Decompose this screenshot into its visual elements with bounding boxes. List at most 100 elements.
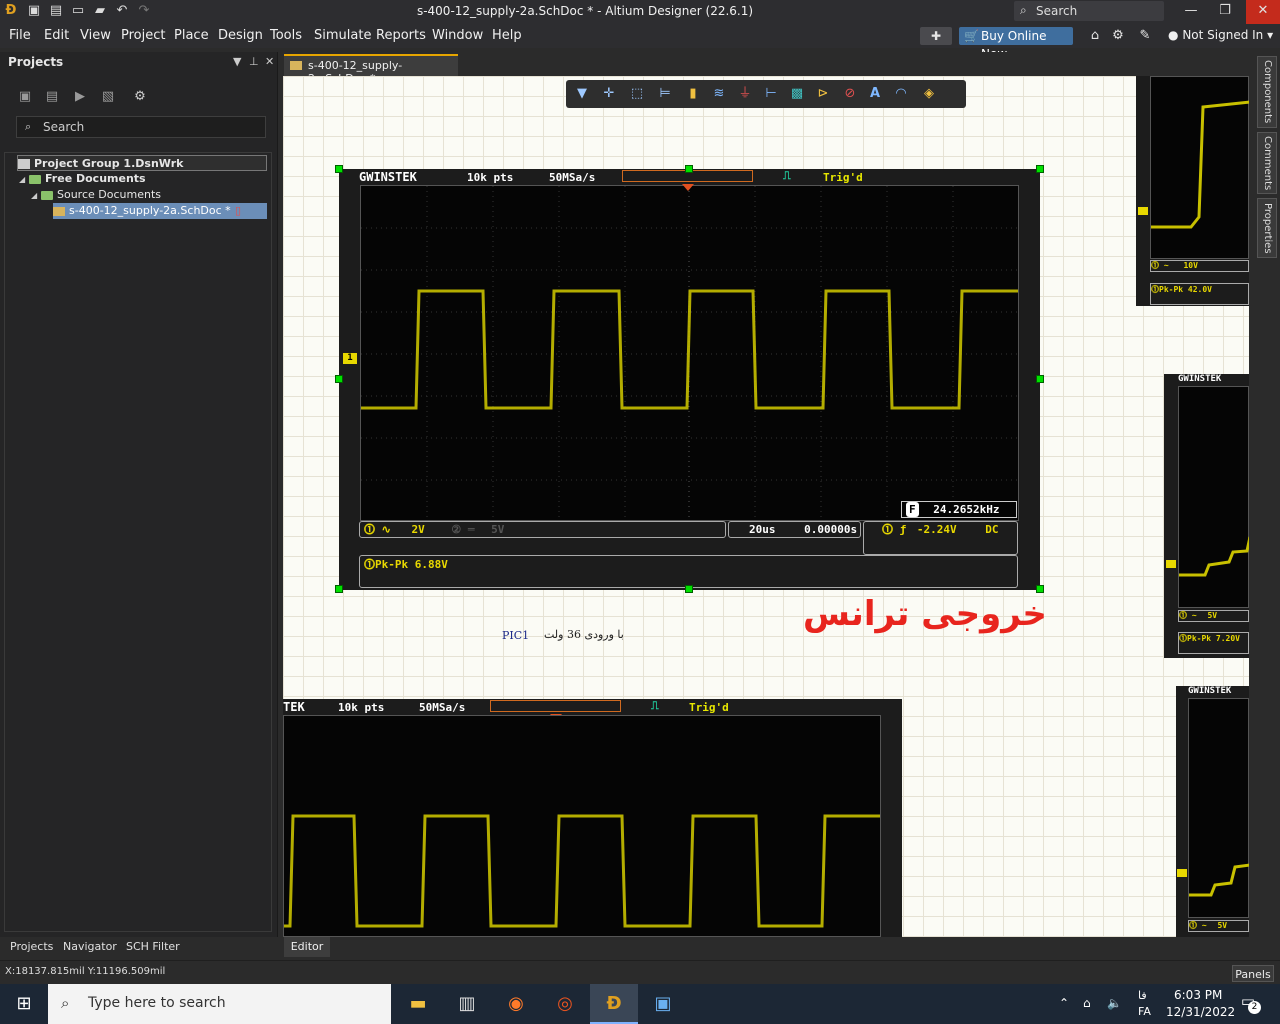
scope-rate: 50MSa/s bbox=[549, 171, 596, 184]
filter-icon[interactable]: ▼ bbox=[573, 85, 591, 103]
close-project-icon[interactable]: ▧ bbox=[100, 89, 116, 105]
tab-projects[interactable]: Projects bbox=[10, 940, 53, 953]
feedback-button[interactable]: ✚ bbox=[920, 27, 952, 45]
harness-icon[interactable]: ▩ bbox=[788, 85, 806, 103]
show-hidden-icons-icon[interactable]: ⌃ bbox=[1059, 996, 1069, 1010]
selection-handle[interactable] bbox=[335, 585, 343, 593]
tab-navigator[interactable]: Navigator bbox=[63, 940, 117, 953]
account-menu[interactable]: ● Not Signed In ▾ bbox=[1168, 28, 1273, 42]
arc-icon[interactable]: ◠ bbox=[892, 85, 910, 103]
selection-handle[interactable] bbox=[1036, 165, 1044, 173]
menu-help[interactable]: Help bbox=[492, 28, 522, 43]
network-icon[interactable]: ⌂ bbox=[1083, 996, 1091, 1010]
input-language[interactable]: FA bbox=[1138, 1005, 1151, 1018]
firefox-icon[interactable]: ◉ bbox=[492, 984, 540, 1024]
tab-properties[interactable]: Properties bbox=[1257, 198, 1277, 258]
net-label-icon[interactable]: ⊢ bbox=[762, 85, 780, 103]
menu-file[interactable]: File bbox=[9, 28, 31, 43]
panel-menu-icon[interactable]: ▼ bbox=[233, 55, 241, 68]
tree-item-source-documents[interactable]: ◢ Source Documents bbox=[31, 187, 161, 203]
photos-app-icon[interactable]: ▣ bbox=[639, 984, 687, 1024]
menu-place[interactable]: Place bbox=[174, 28, 209, 43]
picture-comment[interactable]: با ورودی 36 ولت bbox=[544, 628, 624, 641]
oscilloscope-image-right-3[interactable]: GWINSTEK ⓵ ∼ 5V bbox=[1176, 686, 1249, 937]
menu-design[interactable]: Design bbox=[218, 28, 263, 43]
clock-time[interactable]: 6:03 PM bbox=[1174, 988, 1222, 1002]
align-icon[interactable]: ⊨ bbox=[656, 85, 674, 103]
part-icon[interactable]: ▮ bbox=[684, 85, 702, 103]
selection-handle[interactable] bbox=[1036, 585, 1044, 593]
expanded-arrow-icon[interactable]: ◢ bbox=[19, 172, 29, 188]
taskbar-search-input[interactable]: ⌕ Type here to search bbox=[48, 984, 391, 1024]
menu-simulate[interactable]: Simulate bbox=[314, 28, 371, 43]
menu-project[interactable]: Project bbox=[121, 28, 165, 43]
terminal-app-icon[interactable]: ▥ bbox=[443, 984, 491, 1024]
panels-button[interactable]: Panels bbox=[1232, 965, 1274, 982]
tree-item-schdoc[interactable]: s-400-12_supply-2a.SchDoc * ▯ bbox=[53, 203, 267, 219]
document-tab[interactable]: s-400-12_supply-2a.SchDoc * bbox=[284, 54, 458, 85]
select-icon[interactable]: ⬚ bbox=[628, 85, 646, 103]
tree-item-free-documents[interactable]: ◢ Free Documents bbox=[19, 171, 146, 187]
oscilloscope-image-right-2[interactable]: GWINSTEK ⓵ ∼ 5V ⓵Pk-Pk 7.20V bbox=[1164, 374, 1249, 658]
settings-icon[interactable]: ⚙ bbox=[1110, 28, 1126, 44]
menu-window[interactable]: Window bbox=[432, 28, 483, 43]
projects-search-input[interactable]: ⌕ Search bbox=[16, 116, 266, 138]
ubuntu-icon[interactable]: ◎ bbox=[541, 984, 589, 1024]
panel-close-icon[interactable]: ✕ bbox=[265, 55, 274, 68]
selection-handle[interactable] bbox=[685, 165, 693, 173]
text-icon[interactable]: A bbox=[866, 85, 884, 103]
pin-icon[interactable]: ⊥ bbox=[249, 55, 259, 68]
input-language-fa[interactable]: فا bbox=[1138, 989, 1147, 1002]
selection-handle[interactable] bbox=[685, 585, 693, 593]
window-title: s-400-12_supply-2a.SchDoc * - Altium Des… bbox=[416, 4, 754, 18]
oscilloscope-image-main[interactable]: GWINSTEK 10k pts 50MSa/s ⎍ Trig'd 1 F 24… bbox=[339, 169, 1040, 590]
altium-designer-icon[interactable]: Ð bbox=[590, 984, 638, 1024]
global-search-input[interactable]: ⌕ Search bbox=[1014, 1, 1164, 21]
schematic-canvas[interactable]: ▼ ✛ ⬚ ⊨ ▮ ≋ ⏚ ⊢ ▩ ⊳ ⊘ A ◠ ◈ GWINSTEK 10k… bbox=[283, 76, 1249, 937]
volume-icon[interactable]: 🔈 bbox=[1107, 996, 1122, 1010]
menu-tools[interactable]: Tools bbox=[270, 28, 302, 43]
close-button[interactable]: ✕ bbox=[1246, 0, 1280, 24]
selection-handle[interactable] bbox=[1036, 375, 1044, 383]
projects-search-placeholder: Search bbox=[43, 120, 85, 134]
compile-icon[interactable]: ▶ bbox=[72, 89, 88, 105]
menu-view[interactable]: View bbox=[80, 28, 111, 43]
bus-icon[interactable]: ≋ bbox=[710, 85, 728, 103]
tree-item-label: s-400-12_supply-2a.SchDoc * bbox=[69, 204, 231, 217]
pkpk-measurement: Pk-Pk 6.88V bbox=[375, 558, 448, 571]
directive-icon[interactable]: ⊘ bbox=[841, 85, 859, 103]
tree-item-project-group[interactable]: Project Group 1.DsnWrk bbox=[17, 155, 267, 171]
tab-components[interactable]: Components bbox=[1257, 56, 1277, 128]
expanded-arrow-icon[interactable]: ◢ bbox=[31, 188, 41, 204]
buy-online-button[interactable]: 🛒 Buy Online Now bbox=[959, 27, 1073, 61]
notification-center-button[interactable]: ▭ 2 bbox=[1237, 992, 1261, 1014]
minimize-button[interactable]: — bbox=[1174, 0, 1208, 24]
tab-comments[interactable]: Comments bbox=[1257, 132, 1277, 194]
probe-icon[interactable]: ◈ bbox=[920, 85, 938, 103]
selection-handle[interactable] bbox=[335, 165, 343, 173]
scope-waveform bbox=[1151, 100, 1249, 229]
save-all-projects-icon[interactable]: ▤ bbox=[44, 89, 60, 105]
port-icon[interactable]: ⊳ bbox=[814, 85, 832, 103]
farsi-caption[interactable]: خروجی ترانس bbox=[803, 594, 1047, 634]
preferences-icon[interactable]: ✎ bbox=[1137, 28, 1153, 44]
title-bar: Ð ▣ ▤ ▭ ▰ ↶ ↷ s-400-12_supply-2a.SchDoc … bbox=[0, 0, 1280, 24]
menu-reports[interactable]: Reports bbox=[376, 28, 426, 43]
save-project-icon[interactable]: ▣ bbox=[17, 89, 33, 105]
tab-sch-filter[interactable]: SCH Filter bbox=[126, 940, 180, 953]
restore-button[interactable]: ❐ bbox=[1208, 0, 1242, 24]
file-explorer-icon[interactable]: ▬ bbox=[394, 984, 442, 1024]
selection-handle[interactable] bbox=[335, 375, 343, 383]
menu-edit[interactable]: Edit bbox=[44, 28, 69, 43]
project-options-icon[interactable]: ⚙ bbox=[132, 89, 148, 105]
ground-icon[interactable]: ⏚ bbox=[736, 85, 754, 103]
clock-date[interactable]: 12/31/2022 bbox=[1166, 1005, 1235, 1019]
home-icon[interactable]: ⌂ bbox=[1087, 28, 1103, 44]
oscilloscope-image-right-1[interactable]: ⓵ ∼ 10V ⓵Pk-Pk 42.0V bbox=[1136, 76, 1249, 306]
editor-tab[interactable]: Editor bbox=[284, 937, 330, 957]
picture-designator[interactable]: PIC1 bbox=[502, 629, 529, 642]
oscilloscope-image-bottom[interactable]: TEK 10k pts 50MSa/s ⎍ Trig'd bbox=[283, 699, 902, 937]
tree-item-label: Source Documents bbox=[57, 188, 161, 201]
start-button[interactable]: ⊞ bbox=[0, 984, 48, 1024]
move-icon[interactable]: ✛ bbox=[600, 85, 618, 103]
